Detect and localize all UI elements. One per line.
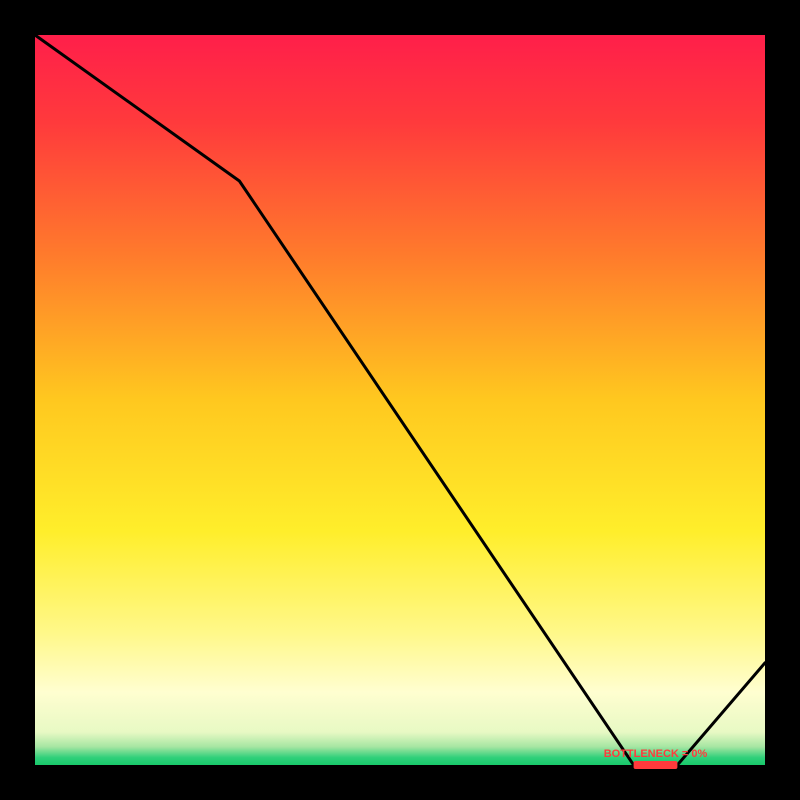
chart-plot-area [35,35,765,765]
chart-wrapper: TheBottleneck.com BOTTLENECK = 0% [0,0,800,800]
zero-marker-bar [634,761,678,769]
zero-marker-label: BOTTLENECK = 0% [604,748,708,760]
chart-svg: BOTTLENECK = 0% [0,0,800,800]
